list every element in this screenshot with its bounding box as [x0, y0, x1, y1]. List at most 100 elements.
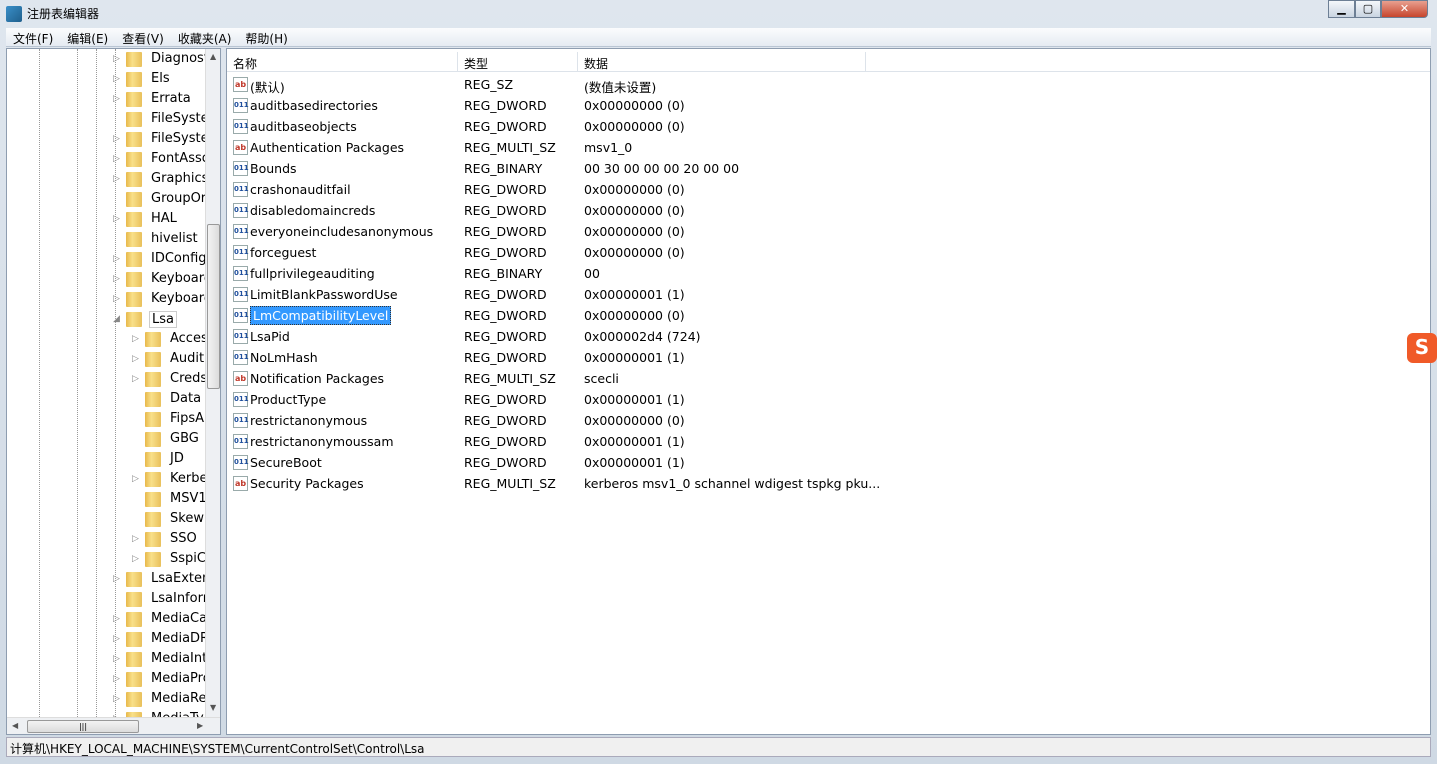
value-row[interactable]: ab Authentication Packages REG_MULTI_SZ msv… [227, 137, 1430, 158]
tree-item[interactable]: MSV1_ [7, 490, 205, 510]
column-header-type[interactable]: 类型 [458, 52, 578, 72]
menu-edit[interactable]: 编辑(E) [60, 28, 115, 47]
tree-item[interactable]: FipsAlg [7, 410, 205, 430]
ime-indicator-icon[interactable]: S [1407, 333, 1437, 363]
value-row[interactable]: 011 restrictanonymous REG_DWORD 0x00000000 … [227, 410, 1430, 431]
expand-arrow-icon[interactable]: ▷ [132, 554, 139, 564]
value-row[interactable]: ab (默认) REG_SZ (数值未设置) [227, 74, 1430, 95]
value-row[interactable]: 011 disabledomaincreds REG_DWORD 0x00000000… [227, 200, 1430, 221]
value-row[interactable]: 011 ProductType REG_DWORD 0x00000001 (1) [227, 389, 1430, 410]
tree-item[interactable]: ▷ MediaDRM [7, 630, 205, 650]
tree-item[interactable]: ▷MediaTy [7, 710, 205, 717]
binary-value-icon: 011 [233, 392, 249, 407]
value-row[interactable]: ab Security Packages REG_MULTI_SZ kerberos … [227, 473, 1430, 494]
tree-item[interactable]: ▷ FileSystem [7, 130, 205, 150]
expand-arrow-icon[interactable]: ▷ [113, 134, 120, 144]
scroll-right-icon[interactable]: ▶ [197, 721, 203, 730]
tree-item[interactable]: ▷ Diagnostic [7, 50, 205, 70]
value-row[interactable]: 011 LimitBlankPasswordUse REG_DWORD 0x00000… [227, 284, 1430, 305]
scroll-up-icon[interactable]: ▲ [210, 52, 216, 61]
expand-arrow-icon[interactable]: ▷ [113, 614, 120, 624]
menu-favorites[interactable]: 收藏夹(A) [171, 28, 239, 47]
expand-arrow-icon[interactable]: ▷ [113, 214, 120, 224]
tree-item[interactable]: Skew1 [7, 510, 205, 530]
tree-horizontal-scrollbar[interactable]: ◀ ||| ▶ [7, 717, 220, 734]
expand-arrow-icon[interactable]: ▷ [113, 294, 120, 304]
tree-item[interactable]: FileSystem [7, 110, 205, 130]
tree-item[interactable]: ▷ SSO [7, 530, 205, 550]
expand-arrow-icon[interactable]: ▷ [132, 374, 139, 384]
expand-arrow-icon[interactable]: ▷ [113, 154, 120, 164]
expand-arrow-icon[interactable]: ▷ [113, 74, 120, 84]
menu-file[interactable]: 文件(F) [6, 28, 60, 47]
value-row[interactable]: 011 auditbasedirectories REG_DWORD 0x000000… [227, 95, 1430, 116]
tree-item[interactable]: ▷ Kerber [7, 470, 205, 490]
tree-item[interactable]: hivelist [7, 230, 205, 250]
minimize-button[interactable]: ▁ [1328, 0, 1355, 18]
tree-item[interactable]: GBG [7, 430, 205, 450]
tree-item[interactable]: ◢ Lsa [7, 310, 205, 330]
expand-arrow-icon[interactable]: ▷ [113, 654, 120, 664]
expand-arrow-icon[interactable]: ▷ [113, 274, 120, 284]
value-row[interactable]: ab Notification Packages REG_MULTI_SZ scecl… [227, 368, 1430, 389]
column-header-data[interactable]: 数据 [578, 52, 866, 72]
folder-icon [145, 332, 161, 347]
expand-arrow-icon[interactable]: ▷ [113, 254, 120, 264]
expand-arrow-icon[interactable]: ▷ [113, 674, 120, 684]
tree-item[interactable]: ▷ Access [7, 330, 205, 350]
expand-arrow-icon[interactable]: ▷ [113, 94, 120, 104]
tree-item[interactable]: ▷ HAL [7, 210, 205, 230]
tree-item[interactable]: ▷ SspiCa [7, 550, 205, 570]
tree-vertical-scroll-thumb[interactable] [207, 224, 220, 389]
tree-item[interactable]: JD [7, 450, 205, 470]
tree-item[interactable]: ▷ MediaRes [7, 690, 205, 710]
tree-item[interactable]: GroupOrd [7, 190, 205, 210]
tree-item[interactable]: ▷ Keyboard [7, 270, 205, 290]
expand-arrow-icon[interactable]: ▷ [132, 334, 139, 344]
tree-horizontal-scroll-thumb[interactable]: ||| [27, 720, 139, 733]
value-row[interactable]: 011 fullprivilegeauditing REG_BINARY 00 [227, 263, 1430, 284]
value-row[interactable]: 011 NoLmHash REG_DWORD 0x00000001 (1) [227, 347, 1430, 368]
expand-arrow-icon[interactable]: ▷ [132, 354, 139, 364]
expand-arrow-icon[interactable]: ▷ [132, 474, 139, 484]
value-row[interactable]: 011 Bounds REG_BINARY 00 30 00 00 00 20 00 … [227, 158, 1430, 179]
expand-arrow-icon[interactable]: ▷ [132, 534, 139, 544]
tree-item[interactable]: ▷ Els [7, 70, 205, 90]
value-row[interactable]: 011 crashonauditfail REG_DWORD 0x00000000 (… [227, 179, 1430, 200]
tree-item[interactable]: ▷ Errata [7, 90, 205, 110]
value-row[interactable]: 011 LsaPid REG_DWORD 0x000002d4 (724) [227, 326, 1430, 347]
tree-item[interactable]: ▷ MediaPro [7, 670, 205, 690]
value-row[interactable]: 011 LmCompatibilityLevel REG_DWORD 0x000000… [227, 305, 1430, 326]
tree-item[interactable]: ▷ LsaExtensi [7, 570, 205, 590]
value-row[interactable]: 011 restrictanonymoussam REG_DWORD 0x000000… [227, 431, 1430, 452]
tree-item[interactable]: ▷ MediaCat [7, 610, 205, 630]
menu-view[interactable]: 查看(V) [115, 28, 171, 47]
tree-item[interactable]: ▷ Keyboard [7, 290, 205, 310]
tree-item[interactable]: ▷ Credss [7, 370, 205, 390]
tree-item[interactable]: ▷ Audit [7, 350, 205, 370]
close-button[interactable]: ✕ [1381, 0, 1428, 18]
collapse-arrow-icon[interactable]: ◢ [113, 314, 120, 324]
tree-item[interactable]: ▷ IDConfigD [7, 250, 205, 270]
scroll-left-icon[interactable]: ◀ [12, 721, 18, 730]
tree-item[interactable]: Data [7, 390, 205, 410]
value-row[interactable]: 011 SecureBoot REG_DWORD 0x00000001 (1) [227, 452, 1430, 473]
scroll-down-icon[interactable]: ▼ [210, 703, 216, 712]
value-row[interactable]: 011 forceguest REG_DWORD 0x00000000 (0) [227, 242, 1430, 263]
value-type: REG_DWORD [464, 224, 547, 239]
value-row[interactable]: 011 auditbaseobjects REG_DWORD 0x00000000 (… [227, 116, 1430, 137]
expand-arrow-icon[interactable]: ▷ [113, 634, 120, 644]
tree-item[interactable]: ▷ GraphicsD [7, 170, 205, 190]
tree-item[interactable]: ▷ FontAssoc [7, 150, 205, 170]
expand-arrow-icon[interactable]: ▷ [113, 54, 120, 64]
tree-item[interactable]: ▷ MediaInte [7, 650, 205, 670]
tree-vertical-scrollbar[interactable]: ▲ ▼ [205, 49, 220, 717]
tree-item[interactable]: LsaInform [7, 590, 205, 610]
value-row[interactable]: 011 everyoneincludesanonymous REG_DWORD 0x0… [227, 221, 1430, 242]
menu-help[interactable]: 帮助(H) [238, 28, 294, 47]
maximize-button[interactable]: ▢ [1355, 0, 1381, 18]
column-header-name[interactable]: 名称 [227, 52, 458, 72]
expand-arrow-icon[interactable]: ▷ [113, 694, 120, 704]
expand-arrow-icon[interactable]: ▷ [113, 174, 120, 184]
expand-arrow-icon[interactable]: ▷ [113, 574, 120, 584]
